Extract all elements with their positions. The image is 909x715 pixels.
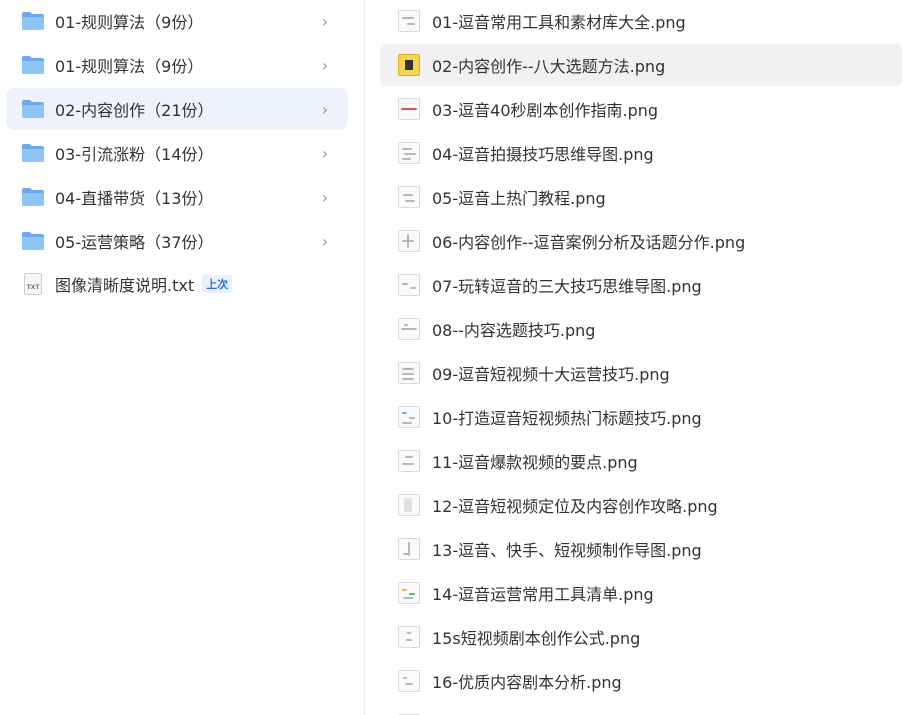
image-thumbnail-icon <box>398 98 420 120</box>
image-thumbnail-icon <box>398 406 420 428</box>
file-name: 01-逗音常用工具和素材库大全.png <box>432 13 686 32</box>
file-name: 02-内容创作--八大选题方法.png <box>432 57 666 76</box>
file-row[interactable]: 15s短视频剧本创作公式.png <box>380 616 902 658</box>
file-row[interactable]: 03-逗音40秒剧本创作指南.png <box>380 88 902 130</box>
file-list: 01-逗音常用工具和素材库大全.png 02-内容创作--八大选题方法.png … <box>365 0 909 715</box>
file-name: 16-优质内容剧本分析.png <box>432 673 622 692</box>
folder-sidebar: 01-规则算法（9份） › 01-规则算法（9份） › 02-内容创作（21份）… <box>0 0 364 715</box>
file-row[interactable]: 01-逗音常用工具和素材库大全.png <box>380 0 902 42</box>
folder-icon <box>22 232 44 250</box>
folder-label: 02-内容创作（21份） <box>55 101 214 120</box>
file-row[interactable]: 02-内容创作--八大选题方法.png <box>380 44 902 86</box>
folder-icon <box>22 144 44 162</box>
file-name: 13-逗音、快手、短视频制作导图.png <box>432 541 702 560</box>
folder-icon <box>22 188 44 206</box>
image-thumbnail-icon <box>398 274 420 296</box>
image-thumbnail-icon <box>398 10 420 32</box>
file-row[interactable]: 09-逗音短视频十大运营技巧.png <box>380 352 902 394</box>
image-thumbnail-icon <box>398 142 420 164</box>
file-row-partial[interactable] <box>380 704 902 715</box>
file-name: 10-打造逗音短视频热门标题技巧.png <box>432 409 702 428</box>
image-thumbnail-icon <box>398 54 420 76</box>
folder-label: 01-规则算法（9份） <box>55 13 204 32</box>
folder-label: 01-规则算法（9份） <box>55 57 204 76</box>
image-thumbnail-icon <box>398 450 420 472</box>
chevron-right-icon: › <box>321 187 329 207</box>
image-thumbnail-icon <box>398 538 420 560</box>
file-name: 08--内容选题技巧.png <box>432 321 596 340</box>
chevron-right-icon: › <box>321 231 329 251</box>
file-name: 03-逗音40秒剧本创作指南.png <box>432 101 659 120</box>
image-thumbnail-icon <box>398 582 420 604</box>
file-row[interactable]: 06-内容创作--逗音案例分析及话题分作.png <box>380 220 902 262</box>
image-thumbnail-icon <box>398 362 420 384</box>
file-name: 14-逗音运营常用工具清单.png <box>432 585 654 604</box>
folder-label: 03-引流涨粉（14份） <box>55 145 214 164</box>
folder-icon <box>22 100 44 118</box>
file-name: 05-逗音上热门教程.png <box>432 189 606 208</box>
folder-label: 04-直播带货（13份） <box>55 189 214 208</box>
chevron-right-icon: › <box>321 143 329 163</box>
file-row[interactable]: 10-打造逗音短视频热门标题技巧.png <box>380 396 902 438</box>
file-row[interactable]: 04-逗音拍摄技巧思维导图.png <box>380 132 902 174</box>
image-thumbnail-icon <box>398 186 420 208</box>
chevron-right-icon: › <box>321 99 329 119</box>
file-row[interactable]: 13-逗音、快手、短视频制作导图.png <box>380 528 902 570</box>
chevron-right-icon: › <box>321 11 329 31</box>
file-name: 06-内容创作--逗音案例分析及话题分作.png <box>432 233 746 252</box>
image-thumbnail-icon <box>398 230 420 252</box>
image-thumbnail-icon <box>398 318 420 340</box>
file-label: 图像清晰度说明.txt <box>55 276 195 295</box>
file-row[interactable]: 05-逗音上热门教程.png <box>380 176 902 218</box>
file-row[interactable]: 12-逗音短视频定位及内容创作攻略.png <box>380 484 902 526</box>
folder-icon <box>22 12 44 30</box>
folder-item-3[interactable]: 03-引流涨粉（14份） › <box>6 132 348 174</box>
sidebar-file-item[interactable]: TXT 图像清晰度说明.txt 上次 <box>6 264 348 304</box>
file-name: 04-逗音拍摄技巧思维导图.png <box>432 145 654 164</box>
image-thumbnail-icon <box>398 626 420 648</box>
file-row[interactable]: 16-优质内容剧本分析.png <box>380 660 902 702</box>
file-row[interactable]: 11-逗音爆款视频的要点.png <box>380 440 902 482</box>
folder-item-2[interactable]: 02-内容创作（21份） › <box>6 88 348 130</box>
folder-icon <box>22 56 44 74</box>
folder-item-0[interactable]: 01-规则算法（9份） › <box>6 0 348 42</box>
file-name: 09-逗音短视频十大运营技巧.png <box>432 365 670 384</box>
recent-badge: 上次 <box>202 275 233 293</box>
file-name: 12-逗音短视频定位及内容创作攻略.png <box>432 497 718 516</box>
folder-item-4[interactable]: 04-直播带货（13份） › <box>6 176 348 218</box>
file-row[interactable]: 14-逗音运营常用工具清单.png <box>380 572 902 614</box>
folder-item-5[interactable]: 05-运营策略（37份） › <box>6 220 348 262</box>
folder-item-1[interactable]: 01-规则算法（9份） › <box>6 44 348 86</box>
chevron-right-icon: › <box>321 55 329 75</box>
file-row[interactable]: 08--内容选题技巧.png <box>380 308 902 350</box>
file-name: 11-逗音爆款视频的要点.png <box>432 453 638 472</box>
file-name: 15s短视频剧本创作公式.png <box>432 629 641 648</box>
folder-label: 05-运营策略（37份） <box>55 233 214 252</box>
file-row[interactable]: 07-玩转逗音的三大技巧思维导图.png <box>380 264 902 306</box>
image-thumbnail-icon <box>398 670 420 692</box>
image-thumbnail-icon <box>398 494 420 516</box>
file-name: 07-玩转逗音的三大技巧思维导图.png <box>432 277 702 296</box>
txt-file-icon: TXT <box>24 273 42 295</box>
